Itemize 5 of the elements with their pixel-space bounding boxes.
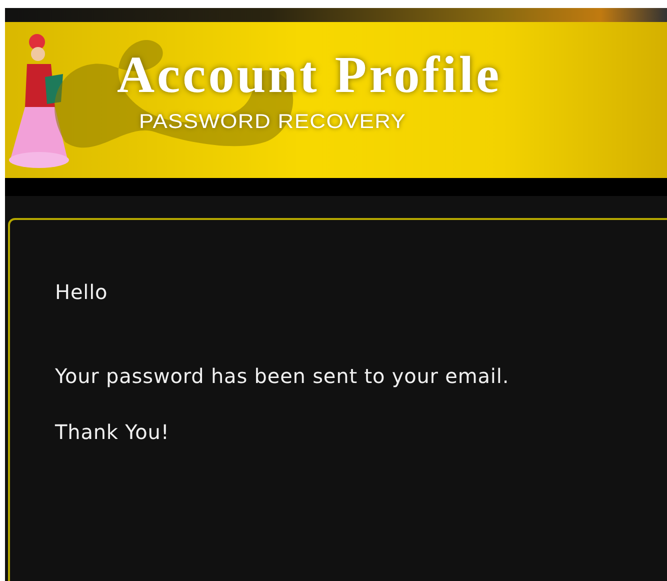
banner-subtitle: PASSWORD RECOVERY (139, 112, 408, 132)
greeting-text: Hello (55, 280, 109, 304)
banner-title: Account Profile (117, 50, 502, 102)
message-text: Thank You! (55, 420, 170, 444)
message-text: Your password has been sent to your email. (55, 364, 510, 388)
